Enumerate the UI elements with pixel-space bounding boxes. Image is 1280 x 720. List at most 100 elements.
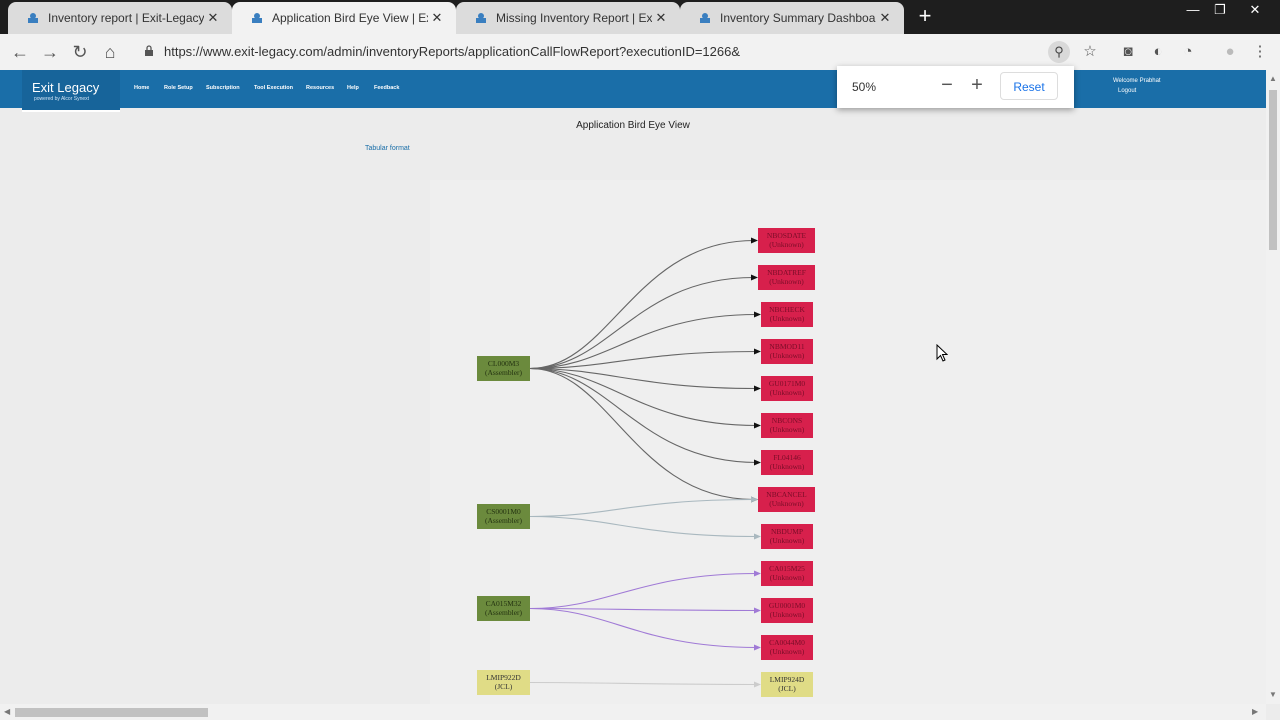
edge-arrowhead-icon [754, 459, 761, 466]
node-type: (Assembler) [484, 608, 523, 617]
edge-arrowhead-icon [751, 496, 758, 503]
brand-name: Exit Legacy [32, 80, 100, 95]
welcome-text: Welcome Prabhat [1113, 78, 1161, 84]
node-name: CL000M3 [487, 359, 520, 368]
tab-title: Missing Inventory Report | Exit-L [496, 11, 652, 25]
target-node-fl04146[interactable]: FL04146 (Unknown) [761, 450, 813, 475]
tab-close-icon[interactable]: ✕ [204, 10, 222, 26]
target-node-nbcons[interactable]: NBCONS (Unknown) [761, 413, 813, 438]
target-node-nbmod11[interactable]: NBMOD11 (Unknown) [761, 339, 813, 364]
node-type: (Unknown) [769, 388, 805, 397]
tab-close-icon[interactable]: ✕ [876, 10, 894, 26]
horizontal-scrollbar[interactable]: ◀ ▶ [0, 704, 1266, 720]
edge-arrowhead-icon [751, 274, 758, 281]
target-node-nbdump[interactable]: NBDUMP (Unknown) [761, 524, 813, 549]
call-edge [529, 515, 758, 538]
minimize-button[interactable]: — [1178, 2, 1208, 17]
zoom-in-button[interactable]: + [967, 74, 987, 97]
nav-tool-execution[interactable]: Tool Execution [254, 85, 293, 91]
exit-legacy-favicon-icon [698, 11, 712, 25]
source-node-ca015m32[interactable]: CA015M32 (Assembler) [477, 596, 530, 621]
gauge-icon[interactable]: ◔ [1178, 42, 1198, 62]
edge-arrowhead-icon [754, 681, 761, 688]
node-type: (Unknown) [769, 277, 804, 286]
address-bar[interactable]: https://www.exit-legacy.com/admin/invent… [132, 38, 1078, 66]
node-name: NBMOD11 [769, 342, 805, 351]
back-button[interactable]: ← [8, 40, 32, 64]
zoom-reset-button[interactable]: Reset [1000, 72, 1058, 100]
url-text: https://www.exit-legacy.com/admin/invent… [164, 44, 741, 59]
new-tab-button[interactable]: + [912, 5, 938, 29]
exit-legacy-favicon-icon [474, 11, 488, 25]
vertical-scrollbar[interactable]: ▲ ▼ [1266, 70, 1280, 704]
target-node-ca0044m0[interactable]: CA0044M0 (Unknown) [761, 635, 813, 660]
node-name: CA015M25 [769, 564, 805, 573]
source-node-lmip922d[interactable]: LMIP922D (JCL) [477, 670, 530, 695]
bookmark-star-icon[interactable]: ☆ [1080, 42, 1100, 62]
target-node-nbcancel[interactable]: NBCANCEL (Unknown) [758, 487, 815, 512]
call-edge [529, 498, 755, 518]
target-node-gu0171m0[interactable]: GU0171M0 (Unknown) [761, 376, 813, 401]
node-name: NBDUMP [770, 527, 804, 536]
node-type: (Unknown) [769, 499, 804, 508]
tab-close-icon[interactable]: ✕ [652, 10, 670, 26]
lock-icon [144, 45, 154, 60]
page-title: Application Bird Eye View [576, 120, 690, 131]
node-type: (Unknown) [769, 610, 805, 619]
source-node-cl000m3[interactable]: CL000M3 (Assembler) [477, 356, 530, 381]
call-flow-diagram: CL000M3 (Assembler) CS0001M0 (Assembler) CA0… [430, 180, 1266, 704]
node-name: LMIP922D [486, 673, 521, 682]
target-node-nbcheck[interactable]: NBCHECK (Unknown) [761, 302, 813, 327]
brand-logo[interactable]: Exit Legacy powered by Alcor Synext [22, 70, 120, 112]
node-name: LMIP924D [769, 675, 805, 684]
forward-button[interactable]: → [38, 40, 62, 64]
source-node-cs0001m0[interactable]: CS0001M0 (Assembler) [477, 504, 530, 529]
tab-inventory-summary-dashboard[interactable]: Inventory Summary Dashboard | ✕ [680, 2, 904, 34]
edge-arrowhead-icon [754, 607, 761, 614]
target-node-nbdatref[interactable]: NBDATREF (Unknown) [758, 265, 815, 290]
exit-legacy-favicon-icon [250, 11, 264, 25]
reload-button[interactable]: ↻ [68, 40, 92, 64]
target-node-nbosdate[interactable]: NBOSDATE (Unknown) [758, 228, 815, 253]
tabular-format-link[interactable]: Tabular format [365, 145, 410, 152]
tab-close-icon[interactable]: ✕ [428, 10, 446, 26]
nav-resources[interactable]: Resources [306, 85, 334, 91]
horizontal-scroll-thumb[interactable] [15, 708, 208, 717]
restore-button[interactable]: ❐ [1205, 2, 1235, 18]
tab-missing-inventory-report[interactable]: Missing Inventory Report | Exit-L ✕ [456, 2, 680, 34]
diagram-edges [529, 237, 761, 688]
nav-role-setup[interactable]: Role Setup [164, 85, 193, 91]
vertical-scroll-thumb[interactable] [1269, 90, 1277, 250]
logout-link[interactable]: Logout [1118, 88, 1136, 94]
nav-subscription[interactable]: Subscription [206, 85, 240, 91]
call-edge [529, 607, 758, 649]
scroll-up-arrow-icon[interactable]: ▲ [1269, 74, 1277, 83]
zoom-magnifier-icon[interactable]: ⚲ [1048, 41, 1070, 63]
nav-feedback[interactable]: Feedback [374, 85, 399, 91]
call-edge [529, 239, 755, 370]
node-name: CS0001M0 [486, 507, 521, 516]
scroll-right-arrow-icon[interactable]: ▶ [1252, 707, 1258, 716]
window-close-button[interactable]: ✕ [1240, 2, 1270, 18]
home-button[interactable]: ⌂ [98, 40, 122, 64]
tab-application-bird-eye-view[interactable]: Application Bird Eye View | Exit-L ✕ [232, 2, 456, 34]
circle-icon[interactable]: ◐ [1148, 42, 1168, 62]
node-type: (Unknown) [769, 240, 804, 249]
tab-inventory-report[interactable]: Inventory report | Exit-Legacy ✕ [8, 2, 232, 34]
profile-icon[interactable]: ● [1220, 42, 1240, 62]
tab-title: Inventory report | Exit-Legacy [48, 11, 204, 25]
menu-icon[interactable]: ⋮ [1250, 42, 1270, 62]
camera-icon[interactable]: ◙ [1118, 42, 1138, 62]
scroll-down-arrow-icon[interactable]: ▼ [1269, 690, 1277, 699]
target-node-lmip924d[interactable]: LMIP924D (JCL) [761, 672, 813, 697]
node-name: CA0044M0 [769, 638, 805, 647]
scroll-left-arrow-icon[interactable]: ◀ [4, 707, 10, 716]
nav-home[interactable]: Home [134, 85, 149, 91]
brand-subtitle: powered by Alcor Synext [34, 96, 90, 102]
node-type: (Unknown) [769, 647, 805, 656]
target-node-gu0001m0[interactable]: GU0001M0 (Unknown) [761, 598, 813, 623]
nav-help[interactable]: Help [347, 85, 359, 91]
node-type: (Unknown) [769, 314, 805, 323]
target-node-ca015m25[interactable]: CA015M25 (Unknown) [761, 561, 813, 586]
zoom-out-button[interactable]: − [937, 74, 957, 97]
